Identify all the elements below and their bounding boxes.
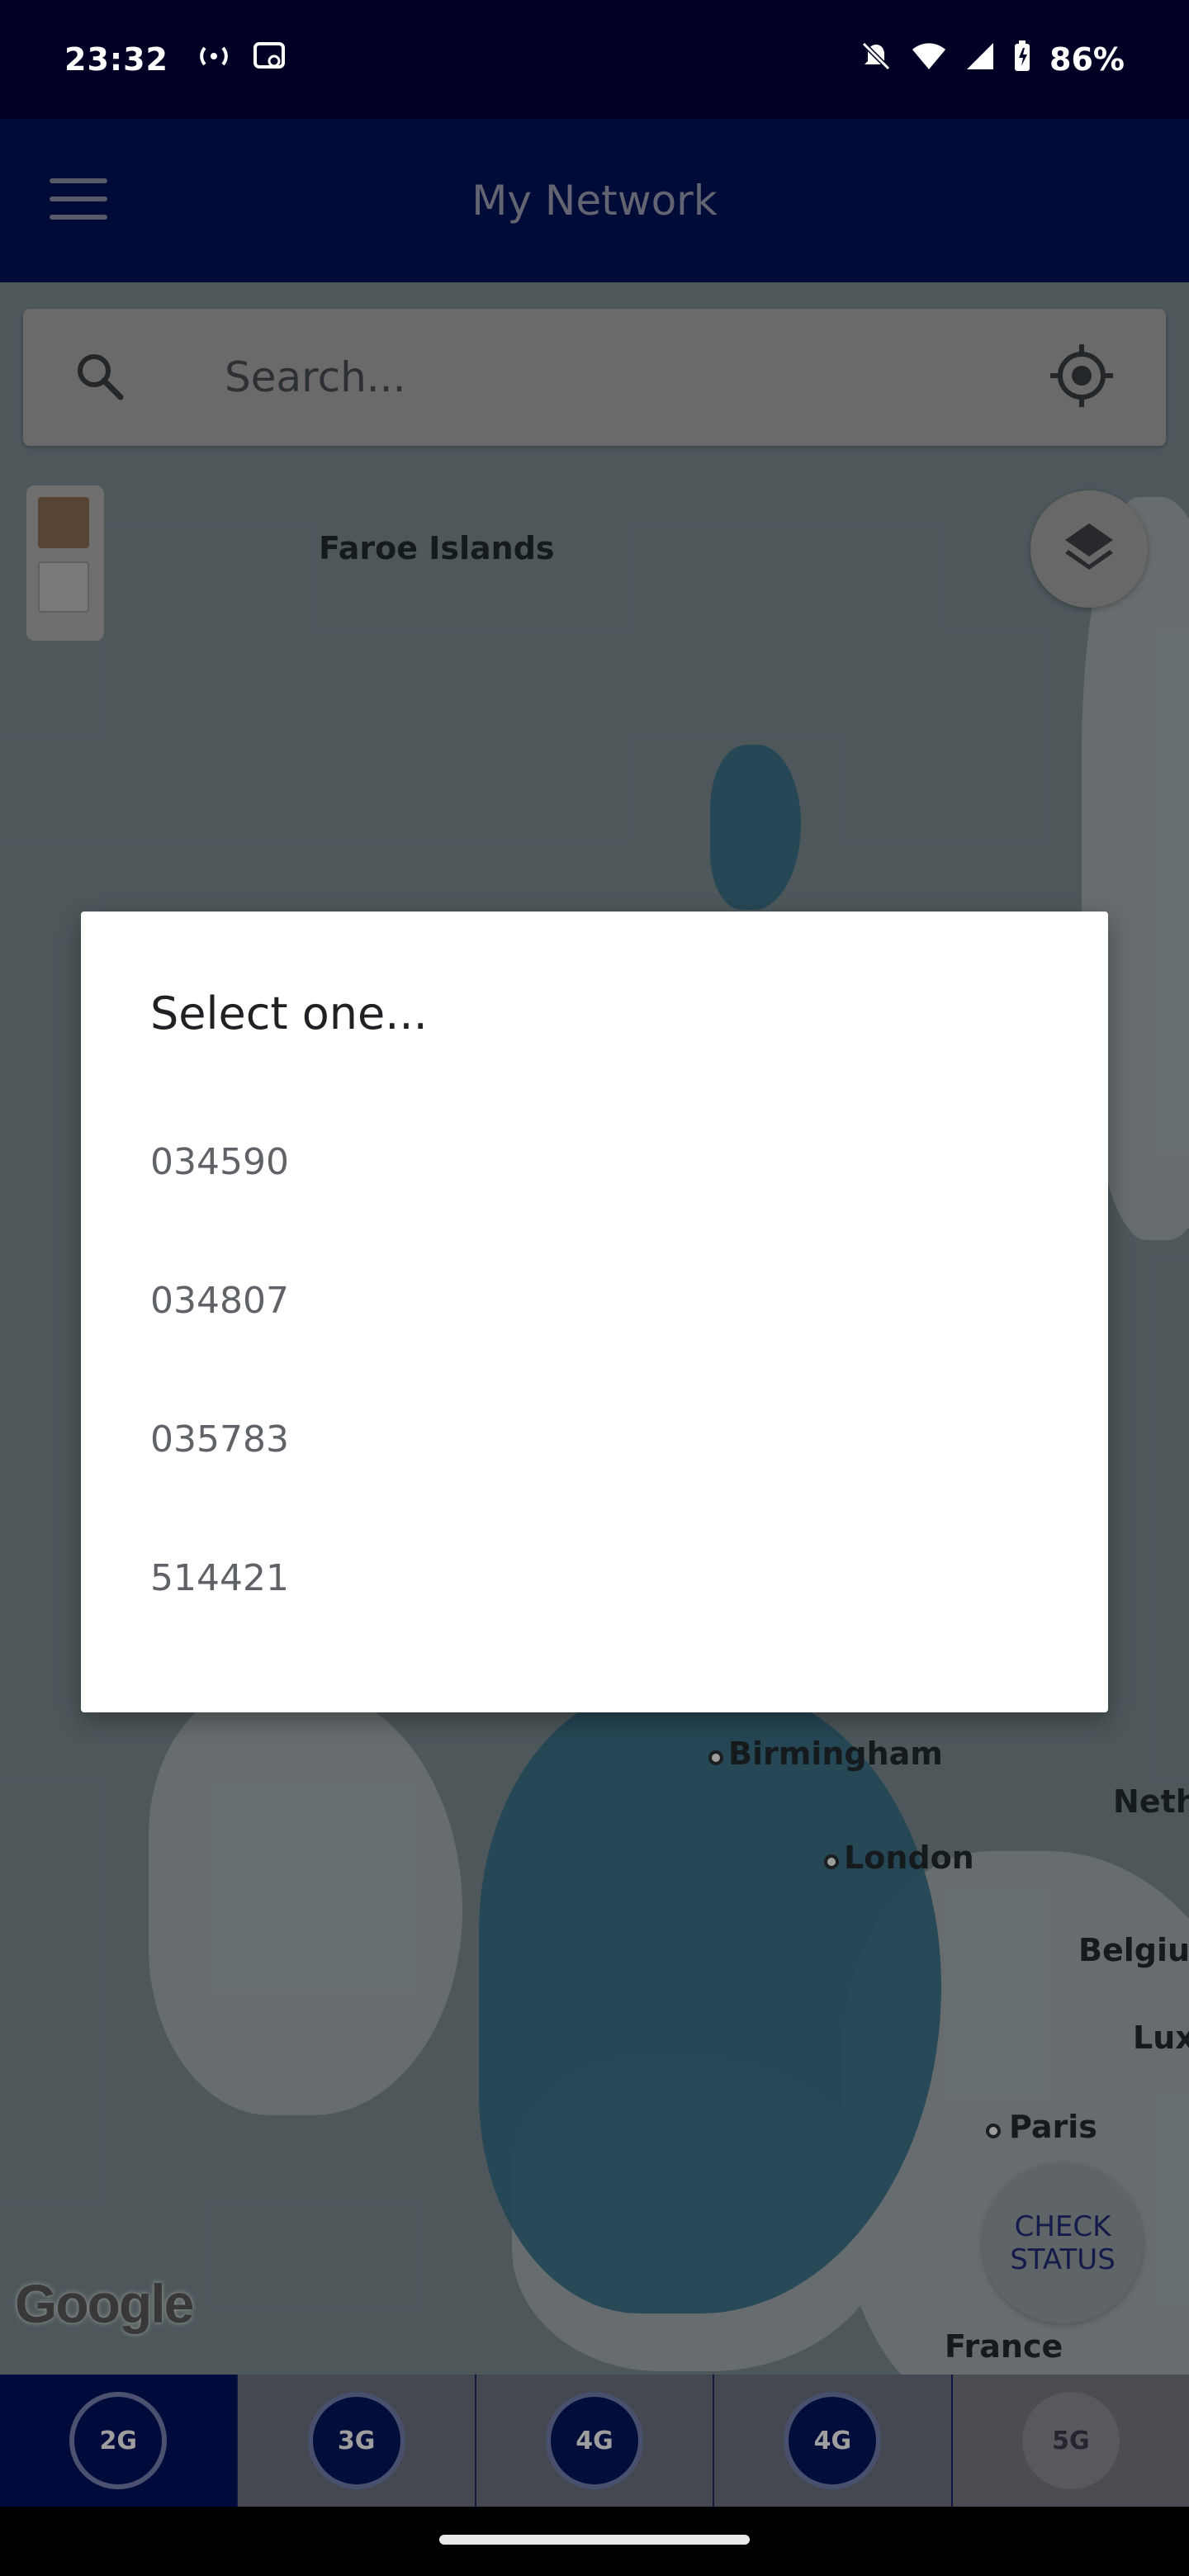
hotspot-icon [197,41,231,78]
wifi-icon [911,41,947,78]
status-right: 86% [860,40,1125,80]
dialog-option[interactable]: 034590 [150,1141,289,1183]
mute-icon [860,40,893,80]
status-bar: 23:32 86% [0,0,1189,119]
select-dialog: Select one... 034590 034807 035783 51442… [81,912,1108,1712]
home-gesture-handle[interactable] [439,2535,750,2545]
status-time: 23:32 [64,41,168,78]
system-nav-bar [0,2507,1189,2576]
dialog-option[interactable]: 035783 [150,1418,289,1461]
status-left-icons [197,41,286,78]
screen-cast-icon [253,41,286,78]
signal-icon [965,41,995,78]
dialog-title: Select one... [150,987,428,1039]
dialog-option[interactable]: 034807 [150,1280,289,1322]
dialog-option[interactable]: 514421 [150,1557,289,1599]
battery-percent: 86% [1049,41,1125,78]
battery-icon [1013,40,1031,80]
